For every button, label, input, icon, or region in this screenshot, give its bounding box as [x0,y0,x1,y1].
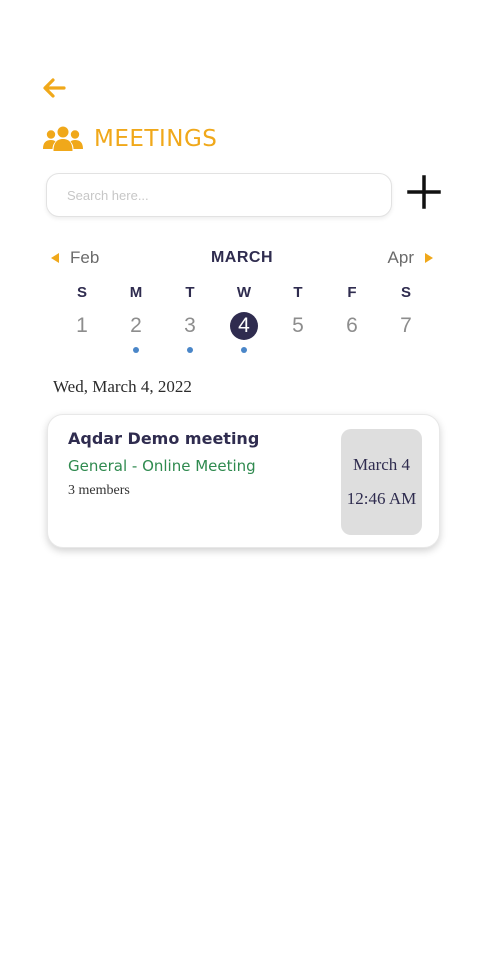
current-month-label: MARCH [210,249,274,266]
weekday-header-row: S M T W T F S [55,284,433,301]
date-number: 3 [184,314,196,337]
weekday-label: S [76,284,87,301]
plus-icon [407,175,441,209]
caret-right-icon [425,253,433,263]
search-input[interactable] [46,173,392,217]
date-cell[interactable]: 7 [379,312,433,353]
date-number: 6 [346,314,358,337]
meeting-date: March 4 [352,455,411,474]
date-number: 5 [292,314,304,337]
page-title: MEETINGS [94,126,218,152]
selected-date-label: Wed, March 4, 2022 [53,377,192,396]
date-strip: 1 2 3 4 5 6 7 [55,312,433,353]
date-cell[interactable]: 4 [217,312,271,353]
date-number: 2 [130,314,142,337]
meeting-datetime-box: March 4 12:46 AM [341,429,422,535]
date-cell[interactable]: 3 [163,312,217,353]
weekday-label: T [185,284,195,301]
page-header: MEETINGS [42,122,217,156]
weekday-label: T [293,284,303,301]
back-button[interactable] [40,76,68,100]
weekday-label: M [129,284,143,301]
meeting-title: Aqdar Demo meeting [68,429,260,448]
date-cell[interactable]: 2 [109,312,163,353]
arrow-left-icon [43,78,66,98]
date-number: 4 [230,312,258,340]
date-cell[interactable]: 1 [55,312,109,353]
people-group-icon [43,126,83,151]
date-number: 1 [76,314,88,337]
next-month-label: Apr [387,248,414,267]
meeting-type: General - Online Meeting [68,457,256,475]
date-cell[interactable]: 6 [325,312,379,353]
event-indicator-dot [133,347,139,353]
meeting-members-count: 3 members [68,483,130,498]
weekday-label: S [400,284,411,301]
event-indicator-dot [241,347,247,353]
event-indicator-dot [187,347,193,353]
weekday-label: W [236,284,252,301]
meeting-time: 12:46 AM [346,489,417,508]
add-meeting-button[interactable] [404,172,444,212]
date-number: 7 [400,314,412,337]
meeting-card[interactable]: Aqdar Demo meeting General - Online Meet… [47,414,440,548]
date-cell[interactable]: 5 [271,312,325,353]
weekday-label: F [347,284,357,301]
next-month-button[interactable]: Apr [388,248,434,268]
month-navigation: Feb MARCH Apr [50,248,434,270]
